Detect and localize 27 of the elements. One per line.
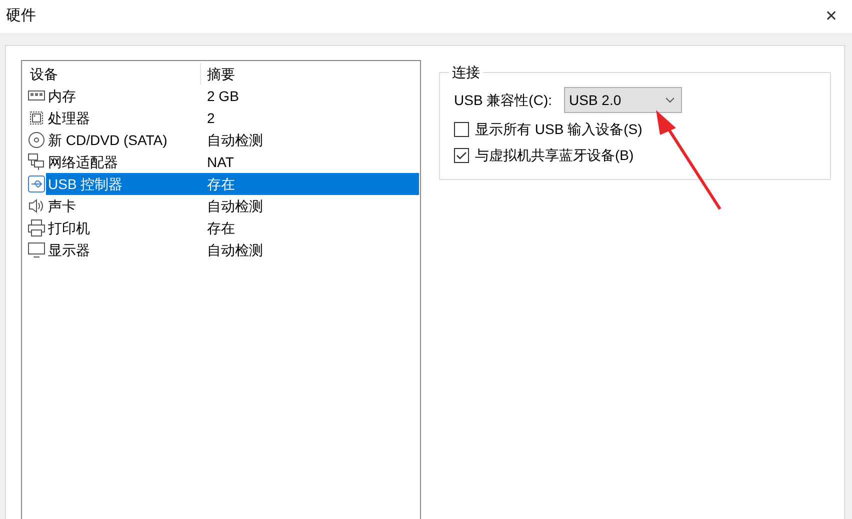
device-row[interactable]: 声卡 自动检测 [46, 195, 419, 217]
monitor-icon [27, 241, 46, 259]
network-icon [27, 153, 46, 171]
device-row[interactable]: 打印机 存在 [46, 217, 419, 239]
close-button[interactable]: ✕ [825, 9, 838, 24]
chevron-down-icon [665, 97, 675, 103]
column-header[interactable]: 设备 [23, 63, 201, 85]
checkbox-label[interactable]: 与虚拟机共享蓝牙设备(B) [475, 145, 634, 166]
usb-icon [27, 175, 46, 193]
device-row[interactable]: 内存 2 GB [46, 85, 419, 107]
device-row[interactable]: USB 控制器 存在 [46, 173, 419, 195]
checkbox[interactable] [454, 122, 469, 137]
group-legend: 连接 [449, 62, 483, 83]
window-title: 硬件 [6, 6, 36, 26]
device-row[interactable]: 显示器 自动检测 [46, 239, 419, 261]
compat-dropdown[interactable]: USB 2.0 [564, 87, 682, 113]
chip-icon [27, 109, 46, 127]
column-header[interactable]: 摘要 [201, 63, 419, 85]
device-row[interactable]: 网络适配器 NAT [46, 151, 419, 173]
speaker-icon [27, 197, 46, 215]
device-row[interactable]: 新 CD/DVD (SATA) 自动检测 [46, 129, 419, 151]
printer-icon [27, 219, 46, 237]
checkbox[interactable] [454, 148, 469, 163]
disc-icon [27, 131, 46, 149]
field-label: USB 兼容性(C): [454, 90, 552, 110]
checkbox-label[interactable]: 显示所有 USB 输入设备(S) [475, 119, 642, 140]
device-row[interactable]: 处理器 2 [46, 107, 419, 129]
